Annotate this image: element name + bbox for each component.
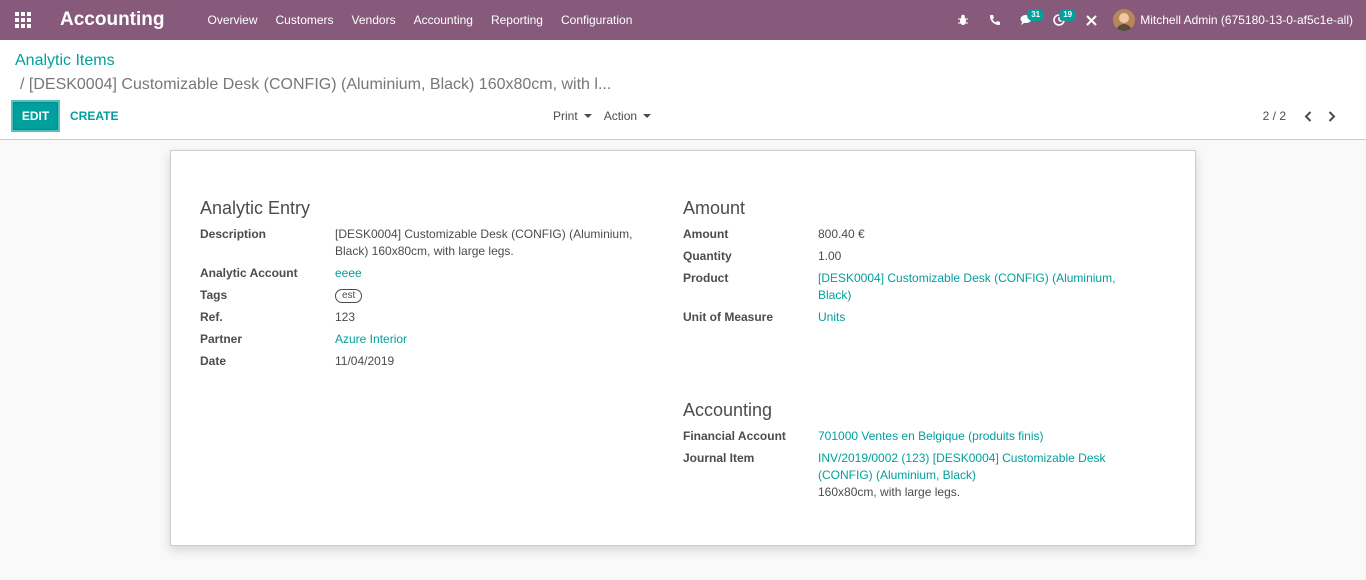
ref-label: Ref. (200, 310, 223, 324)
menu-customers[interactable]: Customers (267, 0, 343, 40)
product-label: Product (683, 271, 729, 285)
date-label: Date (200, 354, 227, 368)
chevron-left-icon[interactable] (1296, 102, 1320, 130)
journal-item-link-line1[interactable]: INV/2019/0002 (123) [DESK0004] Customiza… (818, 450, 1106, 467)
apps-menu-icon[interactable] (0, 0, 46, 40)
amount-value: 800.40 € (818, 227, 865, 241)
menu-vendors[interactable]: Vendors (343, 0, 405, 40)
menu-configuration[interactable]: Configuration (552, 0, 641, 40)
action-dropdown[interactable]: Action (603, 109, 652, 123)
messages-badge: 31 (1027, 9, 1045, 21)
top-navbar: Accounting Overview Customers Vendors Ac… (0, 0, 1366, 40)
caret-down-icon (643, 114, 652, 118)
user-name: Mitchell Admin (675180-13-0-af5c1e-all) (1140, 13, 1353, 27)
analytic-account-label: Analytic Account (200, 266, 298, 280)
financial-account-label: Financial Account (683, 429, 786, 443)
chat-icon[interactable]: 31 (1011, 0, 1045, 40)
control-panel: Analytic Items / [DESK0004] Customizable… (0, 40, 1366, 140)
uom-label: Unit of Measure (683, 310, 774, 324)
menu-overview[interactable]: Overview (199, 0, 267, 40)
partner-link[interactable]: Azure Interior (335, 331, 407, 348)
quantity-label: Quantity (683, 249, 732, 263)
journal-item-label: Journal Item (683, 451, 755, 465)
description-value-line1: [DESK0004] Customizable Desk (CONFIG) (A… (335, 227, 633, 241)
main-menu: Overview Customers Vendors Accounting Re… (199, 0, 642, 40)
date-value: 11/04/2019 (335, 354, 395, 368)
group-title-amount: Amount (683, 198, 746, 218)
chevron-right-icon[interactable] (1320, 102, 1344, 130)
tag-badge[interactable]: est (335, 289, 363, 303)
ref-value: 123 (335, 310, 356, 324)
bug-icon[interactable] (947, 0, 979, 40)
user-menu[interactable]: Mitchell Admin (675180-13-0-af5c1e-all) (1107, 0, 1366, 40)
quantity-value: 1.00 (818, 249, 842, 263)
systray: 31 19 Mitchell Admin (675180-13-0-af5c1e… (947, 0, 1366, 40)
description-label: Description (200, 227, 267, 241)
action-dropdowns: Print Action (553, 102, 663, 130)
pager-value[interactable]: 2 / 2 (1263, 109, 1286, 123)
edit-button[interactable]: EDIT (13, 102, 58, 130)
journal-item-value-line3: 160x80cm, with large legs. (818, 485, 961, 499)
group-title-accounting: Accounting (683, 400, 773, 420)
clock-icon[interactable]: 19 (1043, 0, 1077, 40)
product-link-line2[interactable]: Black) (818, 287, 851, 304)
product-link-line1[interactable]: [DESK0004] Customizable Desk (CONFIG) (A… (818, 270, 1115, 287)
app-title[interactable]: Accounting (46, 9, 199, 31)
menu-reporting[interactable]: Reporting (482, 0, 552, 40)
partner-label: Partner (200, 332, 243, 346)
form-sheet: Analytic Entry Description [DESK0004] Cu… (170, 150, 1196, 546)
caret-down-icon (583, 114, 592, 118)
breadcrumb-analytic-items[interactable]: Analytic Items (15, 52, 115, 70)
close-icon[interactable] (1075, 0, 1107, 40)
avatar (1113, 9, 1136, 31)
group-title-analytic-entry: Analytic Entry (200, 198, 311, 218)
financial-account-link[interactable]: 701000 Ventes en Belgique (produits fini… (818, 428, 1044, 445)
activities-badge: 19 (1059, 9, 1077, 21)
print-label: Print (553, 109, 578, 123)
menu-accounting[interactable]: Accounting (405, 0, 482, 40)
pager: 2 / 2 (1263, 102, 1344, 130)
uom-link[interactable]: Units (818, 309, 845, 326)
print-dropdown[interactable]: Print (553, 109, 592, 123)
breadcrumb-current-record: / [DESK0004] Customizable Desk (CONFIG) … (20, 76, 612, 93)
phone-icon[interactable] (979, 0, 1011, 40)
analytic-account-link[interactable]: eeee (335, 265, 362, 282)
tags-label: Tags (200, 288, 228, 302)
journal-item-link-line2[interactable]: (CONFIG) (Aluminium, Black) (818, 467, 976, 484)
action-label: Action (603, 109, 638, 123)
description-value-line2: Black) 160x80cm, with large legs. (335, 244, 514, 258)
create-button[interactable]: CREATE (70, 102, 118, 130)
amount-label: Amount (683, 227, 729, 241)
